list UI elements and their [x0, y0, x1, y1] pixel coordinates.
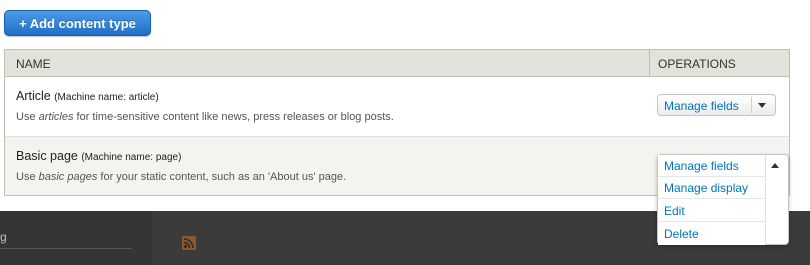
- rss-icon[interactable]: [182, 236, 196, 250]
- description-text: for time-sensitive content like news, pr…: [73, 111, 394, 123]
- column-header-name: NAME: [16, 57, 51, 71]
- footer-divider: [0, 248, 132, 249]
- machine-name: (Machine name: page): [81, 152, 182, 163]
- header-divider: [649, 50, 650, 76]
- chevron-down-icon[interactable]: [758, 103, 766, 108]
- edit-link[interactable]: Edit: [658, 200, 766, 222]
- description-emphasis: basic pages: [38, 171, 98, 183]
- operations-dropdown-article[interactable]: Manage fields: [657, 94, 776, 116]
- content-type-name: Article: [16, 89, 51, 103]
- content-type-title: Basic page (Machine name: page): [16, 149, 181, 163]
- footer-sidebar: g: [0, 211, 152, 265]
- add-content-type-label: Add content type: [29, 15, 136, 31]
- operations-dropdown-basic-page[interactable]: Manage fields Manage display Edit Delete: [657, 154, 789, 245]
- content-type-description: Use articles for time-sensitive content …: [16, 111, 394, 123]
- manage-fields-link[interactable]: Manage fields: [658, 155, 766, 177]
- dropdown-divider: [765, 155, 766, 244]
- delete-link[interactable]: Delete: [658, 223, 766, 245]
- column-header-operations: OPERATIONS: [658, 57, 736, 71]
- description-text: for your static content, such as an 'Abo…: [97, 171, 347, 183]
- dropdown-divider: [751, 97, 752, 113]
- content-type-title: Article (Machine name: article): [16, 89, 159, 103]
- manage-display-link[interactable]: Manage display: [658, 177, 766, 199]
- plus-icon: +: [19, 15, 27, 31]
- description-text: Use: [16, 171, 39, 183]
- manage-fields-link[interactable]: Manage fields: [664, 99, 739, 113]
- description-emphasis: articles: [38, 111, 74, 123]
- content-type-description: Use basic pages for your static content,…: [16, 171, 346, 183]
- content-type-name: Basic page: [16, 149, 78, 163]
- machine-name: (Machine name: article): [54, 92, 159, 103]
- description-text: Use: [16, 111, 39, 123]
- table-header: NAME OPERATIONS: [5, 50, 789, 77]
- chevron-up-icon[interactable]: [771, 163, 779, 168]
- footer-partial-text: g: [0, 230, 7, 244]
- add-content-type-button[interactable]: + Add content type: [4, 10, 151, 36]
